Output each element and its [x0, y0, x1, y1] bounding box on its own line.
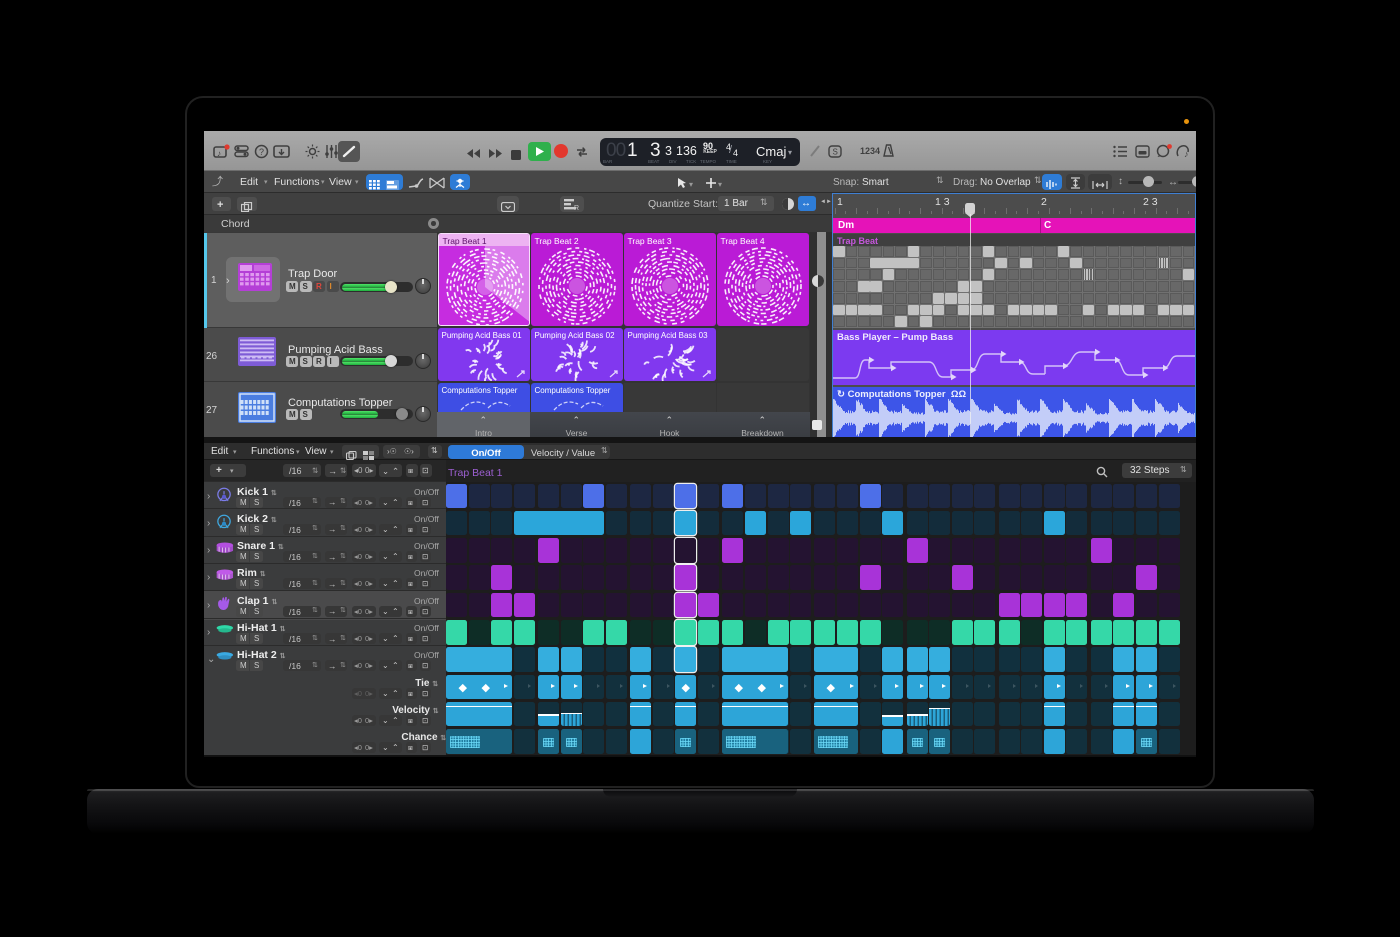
svg-text:♪: ♪ [1184, 149, 1189, 158]
svg-text:▾: ▾ [689, 180, 693, 189]
svg-text:♪: ♪ [217, 149, 221, 158]
svg-text:R: R [574, 205, 579, 211]
svg-text:S: S [833, 148, 838, 157]
svg-text:?: ? [259, 147, 264, 157]
svg-text:▾: ▾ [718, 180, 722, 189]
